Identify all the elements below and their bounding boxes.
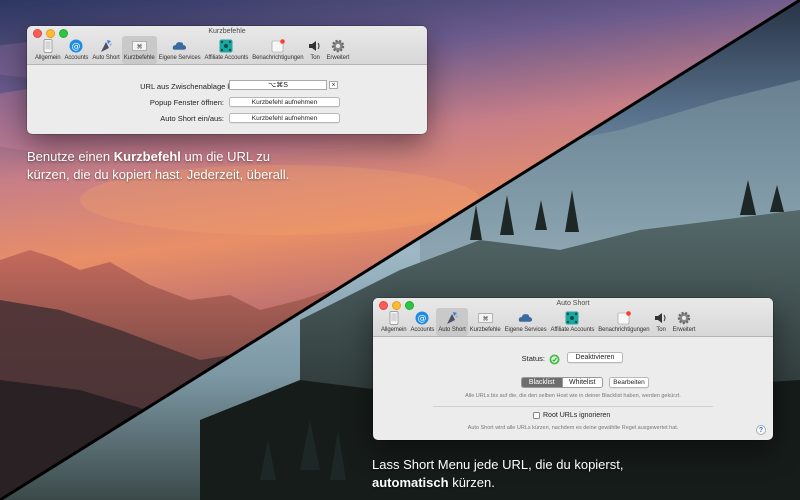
tab-benachrichtigungen[interactable]: Benachrichtigungen [596,308,651,336]
edit-rules-button[interactable]: Bearbeiten [609,377,649,388]
shortcut-label-autoshort: Auto Short ein/aus: [160,114,224,123]
clear-shortcut-button[interactable]: × [329,81,338,89]
speaker-icon [654,310,669,325]
svg-text:@: @ [72,42,81,52]
shortcut-label-shorten: URL aus Zwischenablage kürzen: [140,82,252,91]
tab-auto-short[interactable]: Auto Short [436,308,468,336]
tab-ton[interactable]: Ton [306,36,325,64]
tab-allgemein[interactable]: Allgemein [33,36,62,64]
preferences-window-shortcuts: Kurzbefehle Allgemein @ Accounts Auto Sh… [27,26,427,134]
tab-kurzbefehle[interactable]: ⌘ Kurzbefehle [121,36,157,64]
tab-erweitert[interactable]: Erweitert [671,308,698,336]
cloud-icon [172,38,187,53]
window-title: Auto Short [556,300,590,307]
auto-short-pane: Status: Deaktivieren Regel: Blacklist Wh… [373,337,773,440]
segment-whitelist[interactable]: Whitelist [561,378,602,387]
cloud-icon [518,310,533,325]
network-icon [565,310,580,325]
status-label: Status: [521,354,545,363]
tab-ton[interactable]: Ton [652,308,671,336]
svg-text:⌘: ⌘ [482,315,488,322]
root-urls-checkbox-row: Root URLs ignorieren [533,412,610,419]
shortcut-recorder-shorten[interactable]: ⌥⌘S [229,80,327,90]
window-titlebar: Kurzbefehle Allgemein @ Accounts Auto Sh… [27,26,427,65]
root-hint-text: Auto Short wird alle URLs kürzen, nachde… [467,425,679,431]
wizard-icon [445,310,460,325]
wizard-icon [99,38,114,53]
at-sign-icon: @ [69,38,84,53]
window-title: Kurzbefehle [208,28,246,35]
tab-affiliate-accounts[interactable]: Affiliate Accounts [202,36,250,64]
network-icon [219,38,234,53]
record-shortcut-autoshort-button[interactable]: Kurzbefehl aufnehmen [229,113,340,123]
preferences-toolbar: Allgemein @ Accounts Auto Short ⌘ Kurzbe… [33,36,351,64]
shortcuts-pane: URL aus Zwischenablage kürzen: ⌥⌘S × Pop… [27,65,427,134]
tab-eigene-services[interactable]: Eigene Services [503,308,549,336]
keyboard-icon: ⌘ [131,38,147,53]
tab-accounts[interactable]: @ Accounts [408,308,436,336]
phone-icon [40,38,55,53]
notification-icon [616,310,631,325]
tab-auto-short[interactable]: Auto Short [90,36,121,64]
gear-icon [330,38,345,53]
help-button[interactable]: ? [756,425,766,435]
caption-auto-short: Lass Short Menu jede URL, die du kopiers… [372,457,624,490]
status-check-icon [549,352,560,365]
tab-allgemein[interactable]: Allgemein [379,308,408,336]
rule-hint-text: Alle URLs bis auf die, die den selben Ho… [465,393,681,399]
rule-segmented-control: Blacklist Whitelist [521,377,603,388]
segment-blacklist[interactable]: Blacklist [522,378,562,387]
preferences-toolbar: Allgemein @ Accounts Auto Short ⌘ Kurzbe… [379,308,697,336]
preferences-window-auto-short: Auto Short Allgemein @ Accounts Auto Sho… [373,298,773,440]
record-shortcut-popup-button[interactable]: Kurzbefehl aufnehmen [229,97,340,107]
deactivate-button[interactable]: Deaktivieren [567,352,623,363]
at-sign-icon: @ [415,310,430,325]
notification-icon [270,38,285,53]
svg-text:@: @ [418,314,427,324]
tab-eigene-services[interactable]: Eigene Services [157,36,203,64]
tab-benachrichtigungen[interactable]: Benachrichtigungen [250,36,305,64]
root-urls-checkbox-label: Root URLs ignorieren [543,412,611,419]
phone-icon [386,310,401,325]
divider [433,406,713,407]
gear-icon [676,310,691,325]
svg-text:⌘: ⌘ [136,43,142,50]
caption-shortcuts: Benutze einen Kurzbefehl um die URL zu k… [27,149,290,182]
root-urls-checkbox[interactable] [533,412,540,419]
tab-erweitert[interactable]: Erweitert [325,36,352,64]
keyboard-icon: ⌘ [477,310,493,325]
tab-affiliate-accounts[interactable]: Affiliate Accounts [548,308,596,336]
window-titlebar: Auto Short Allgemein @ Accounts Auto Sho… [373,298,773,337]
speaker-icon [308,38,323,53]
shortcut-label-popup: Popup Fenster öffnen: [149,98,224,107]
tab-kurzbefehle[interactable]: ⌘ Kurzbefehle [468,308,503,336]
tab-accounts[interactable]: @ Accounts [62,36,90,64]
